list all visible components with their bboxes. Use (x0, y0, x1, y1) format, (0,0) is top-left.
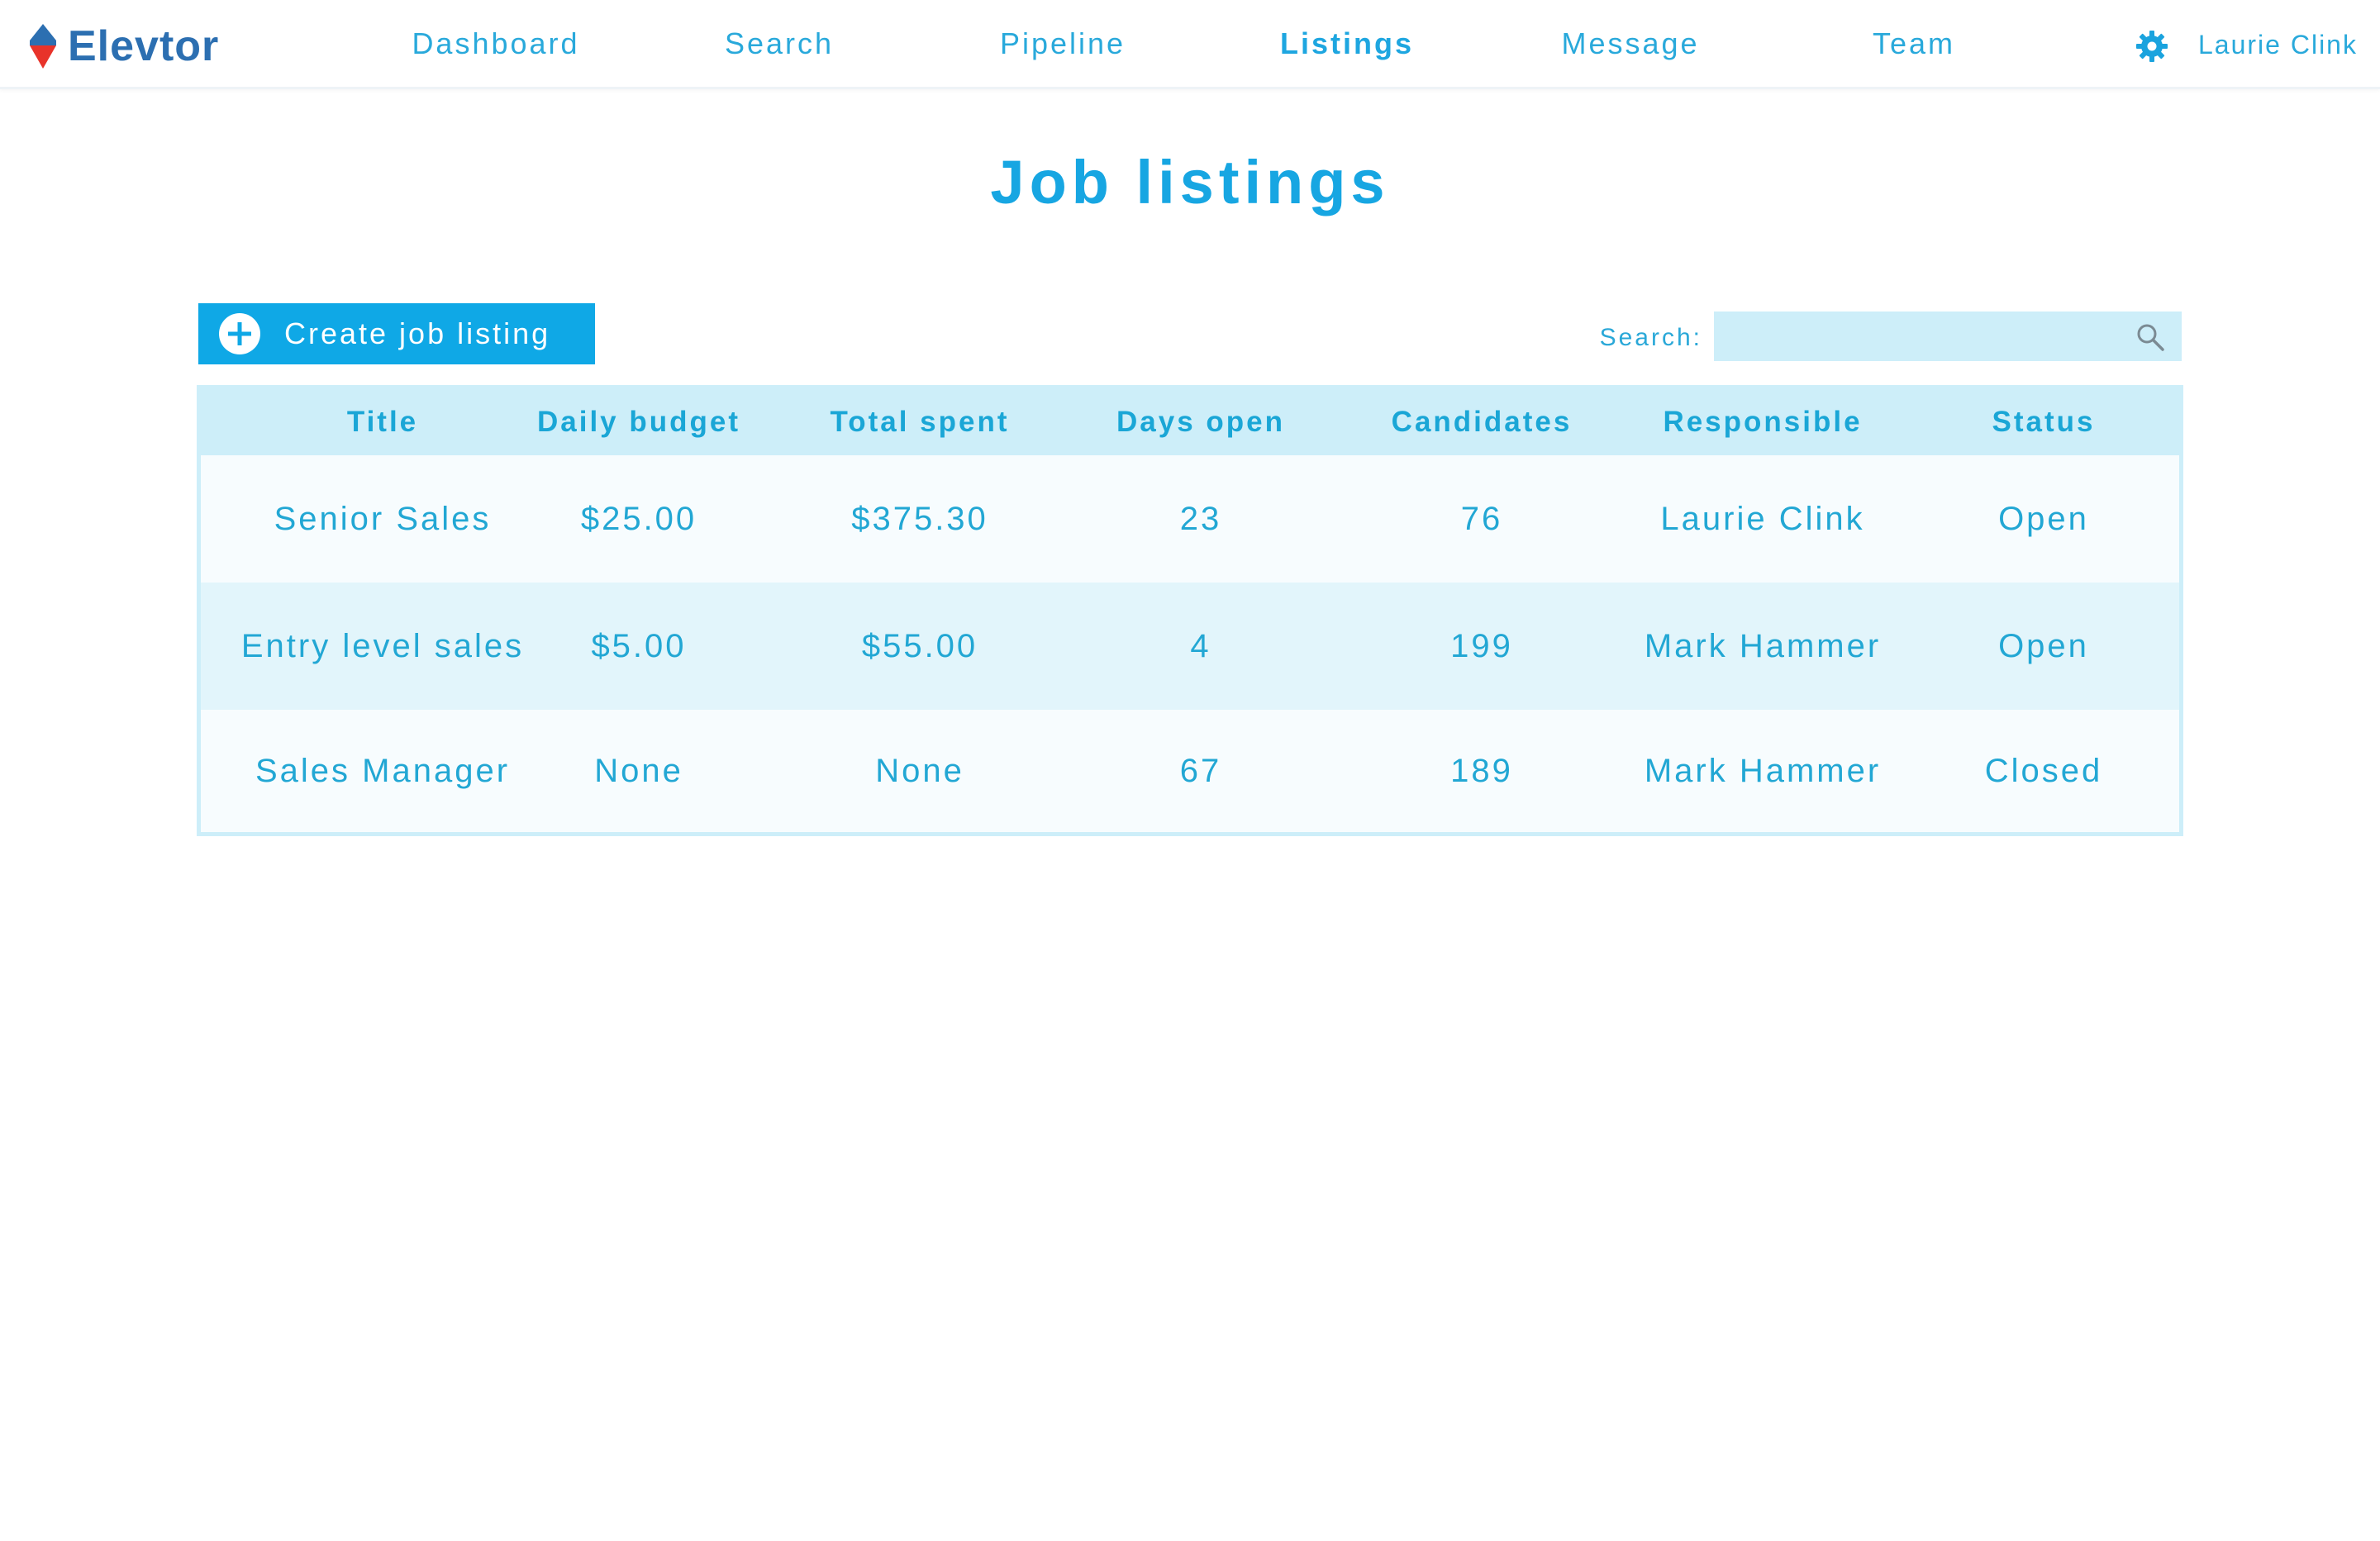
top-navigation-bar: Elevtor Dashboard Search Pipeline Listin… (0, 0, 2380, 89)
column-header-responsible[interactable]: Responsible (1622, 389, 1903, 455)
cell-candidates: 76 (1460, 500, 1503, 537)
cell-candidates: 199 (1450, 627, 1513, 664)
nav-message[interactable]: Message (1523, 21, 1738, 66)
column-header-total-spent[interactable]: Total spent (796, 389, 1044, 455)
cell-title: Entry level sales (240, 627, 525, 664)
app-logo[interactable]: Elevtor (30, 22, 220, 70)
job-listings-table: Title Daily budget Total spent Days open… (197, 385, 2183, 836)
nav-team[interactable]: Team (1806, 21, 2021, 66)
cell-status: Open (1998, 627, 2089, 664)
cell-total-spent: None (875, 752, 964, 789)
nav-listings[interactable]: Listings (1240, 21, 1454, 66)
cell-title: Sales Manager (255, 752, 511, 789)
cell-daily-budget: None (594, 752, 683, 789)
plus-circle-icon (219, 313, 260, 354)
cell-total-spent: $375.30 (851, 500, 988, 537)
cell-daily-budget: $25.00 (580, 500, 697, 537)
cell-responsible: Laurie Clink (1660, 500, 1865, 537)
nav-dashboard[interactable]: Dashboard (388, 21, 603, 66)
table-row[interactable]: Sales Manager None None 67 189 Mark Hamm… (201, 710, 2179, 832)
cell-title: Senior Sales (274, 500, 492, 537)
create-job-listing-button[interactable]: Create job listing (198, 303, 595, 364)
app-name: Elevtor (68, 22, 220, 70)
cell-responsible: Mark Hammer (1644, 752, 1882, 789)
cell-days-open: 23 (1179, 500, 1222, 537)
column-header-status[interactable]: Status (1920, 389, 2168, 455)
table-row[interactable]: Entry level sales $5.00 $55.00 4 199 Mar… (201, 583, 2179, 710)
cell-candidates: 189 (1450, 752, 1513, 789)
cell-daily-budget: $5.00 (591, 627, 687, 664)
cell-days-open: 67 (1179, 752, 1222, 789)
table-row[interactable]: Senior Sales $25.00 $375.30 23 76 Laurie… (201, 455, 2179, 583)
cell-status: Closed (1984, 752, 2103, 789)
elevator-logo-icon (30, 24, 56, 69)
search-icon[interactable] (2135, 322, 2165, 352)
column-header-candidates[interactable]: Candidates (1358, 389, 1606, 455)
table-header-row: Title Daily budget Total spent Days open… (201, 389, 2179, 455)
column-header-daily-budget[interactable]: Daily budget (515, 389, 763, 455)
cell-status: Open (1998, 500, 2089, 537)
user-menu[interactable]: Laurie Clink (2198, 25, 2358, 64)
column-header-title[interactable]: Title (217, 389, 548, 455)
search-label: Search: (1599, 324, 1702, 351)
nav-search[interactable]: Search (672, 21, 887, 66)
column-header-days-open[interactable]: Days open (1077, 389, 1325, 455)
page-title: Job listings (990, 148, 1390, 216)
cell-responsible: Mark Hammer (1644, 627, 1882, 664)
settings-gear-icon[interactable] (2135, 30, 2168, 63)
cell-days-open: 4 (1190, 627, 1211, 664)
search-input[interactable] (1714, 312, 2182, 361)
cell-total-spent: $55.00 (861, 627, 978, 664)
create-job-listing-label: Create job listing (284, 316, 551, 350)
nav-pipeline[interactable]: Pipeline (955, 21, 1170, 66)
